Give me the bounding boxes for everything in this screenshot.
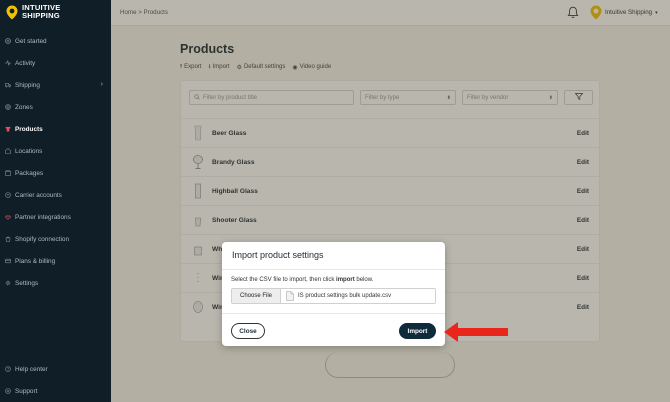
sidebar: INTUITIVE SHIPPING Get started Activity … [0,0,111,402]
annotation-arrow-icon [442,320,510,344]
help-icon [5,366,11,372]
sidebar-item-partner-integrations[interactable]: Partner integrations [0,206,111,228]
divider [222,269,445,270]
sidebar-item-label: Get started [15,37,47,45]
carrier-icon [5,192,11,198]
sidebar-item-label: Shipping [15,81,40,89]
billing-icon [5,258,11,264]
sidebar-item-label: Plans & billing [15,257,56,265]
sidebar-item-plans-billing[interactable]: Plans & billing [0,250,111,272]
box-icon [5,170,11,176]
file-icon [286,291,294,301]
truck-icon [5,82,11,88]
sidebar-item-label: Packages [15,169,44,177]
partner-icon [5,214,11,220]
sidebar-item-label: Shopify connection [15,235,70,243]
sidebar-item-products[interactable]: Products [0,118,111,140]
choose-file-button[interactable]: Choose File [232,289,282,303]
sidebar-item-label: Carrier accounts [15,191,62,199]
sidebar-item-shipping[interactable]: Shipping › [0,74,111,96]
import-modal: Import product settings Select the CSV f… [222,242,445,346]
close-button[interactable]: Close [231,323,265,339]
app-logo[interactable]: INTUITIVE SHIPPING [6,3,61,21]
sidebar-item-shopify-connection[interactable]: Shopify connection [0,228,111,250]
plus-circle-icon [5,38,11,44]
support-icon [5,388,11,394]
sidebar-item-zones[interactable]: Zones [0,96,111,118]
activity-icon [5,60,11,66]
modal-instruction: Select the CSV file to import, then clic… [231,277,374,283]
tshirt-icon [5,126,11,132]
sidebar-item-label: Products [15,125,43,133]
sidebar-item-help-center[interactable]: Help center [0,358,111,380]
shopify-icon [5,236,11,242]
sidebar-item-support[interactable]: Support [0,380,111,402]
gear-icon [5,280,11,286]
location-icon [5,148,11,154]
sidebar-item-label: Locations [15,147,43,155]
divider [222,313,445,314]
sidebar-item-locations[interactable]: Locations [0,140,111,162]
sidebar-nav: Get started Activity Shipping › Zones Pr… [0,30,111,294]
sidebar-item-activity[interactable]: Activity [0,52,111,74]
import-button[interactable]: Import [399,323,436,339]
logo-text: INTUITIVE SHIPPING [22,3,61,21]
sidebar-item-carrier-accounts[interactable]: Carrier accounts [0,184,111,206]
sidebar-item-label: Partner integrations [15,213,71,221]
globe-icon [5,104,11,110]
sidebar-item-packages[interactable]: Packages [0,162,111,184]
sidebar-item-settings[interactable]: Settings [0,272,111,294]
selected-file-name: IS product settings bulk update.csv [298,293,392,299]
chevron-right-icon: › [100,81,103,88]
modal-title: Import product settings [232,250,324,260]
logo-pin-icon [6,5,18,20]
sidebar-item-label: Settings [15,279,39,287]
sidebar-item-get-started[interactable]: Get started [0,30,111,52]
sidebar-item-label: Help center [15,365,48,373]
file-input[interactable]: Choose File IS product settings bulk upd… [231,288,436,304]
sidebar-item-label: Support [15,387,38,395]
sidebar-item-label: Activity [15,59,36,67]
sidebar-bottom-nav: Help center Support [0,358,111,402]
sidebar-item-label: Zones [15,103,33,111]
